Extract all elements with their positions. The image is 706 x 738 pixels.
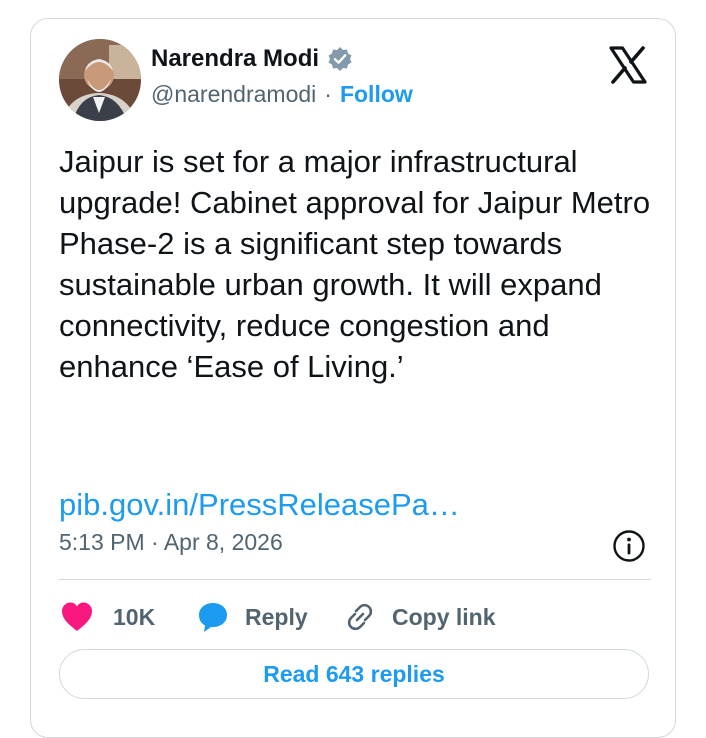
separator-dot: ·: [324, 81, 332, 107]
author-name-row: Narendra Modi: [151, 45, 353, 73]
author-handle[interactable]: @narendramodi: [151, 81, 316, 108]
copy-link-label: Copy link: [392, 603, 496, 630]
link-icon: [347, 603, 373, 631]
verified-badge-icon: [327, 46, 353, 72]
tweet-link[interactable]: pib.gov.in/PressReleasePa…: [59, 487, 460, 523]
reply-button[interactable]: Reply: [195, 600, 308, 634]
tweet-timestamp[interactable]: 5:13 PM · Apr 8, 2026: [59, 529, 283, 556]
read-replies-button[interactable]: Read 643 replies: [59, 649, 649, 699]
reply-label: Reply: [245, 603, 308, 630]
like-button[interactable]: 10K: [59, 600, 155, 634]
x-logo-icon[interactable]: [608, 45, 648, 85]
divider: [59, 579, 651, 580]
avatar[interactable]: [59, 39, 141, 121]
speech-bubble-icon: [199, 603, 227, 632]
author-handle-row: @narendramodi · Follow: [151, 81, 413, 108]
like-count: 10K: [113, 603, 156, 630]
tweet-text: Jaipur is set for a major infrastructura…: [59, 144, 651, 384]
heart-icon: [62, 602, 92, 631]
info-icon[interactable]: [612, 529, 646, 563]
action-bar: 10K Reply Copy link: [59, 597, 659, 637]
follow-button[interactable]: Follow: [340, 81, 413, 108]
tweet-card: Narendra Modi @narendramodi · Follow Jai…: [30, 18, 676, 738]
copy-link-button[interactable]: Copy link: [342, 600, 496, 634]
author-name[interactable]: Narendra Modi: [151, 45, 319, 73]
